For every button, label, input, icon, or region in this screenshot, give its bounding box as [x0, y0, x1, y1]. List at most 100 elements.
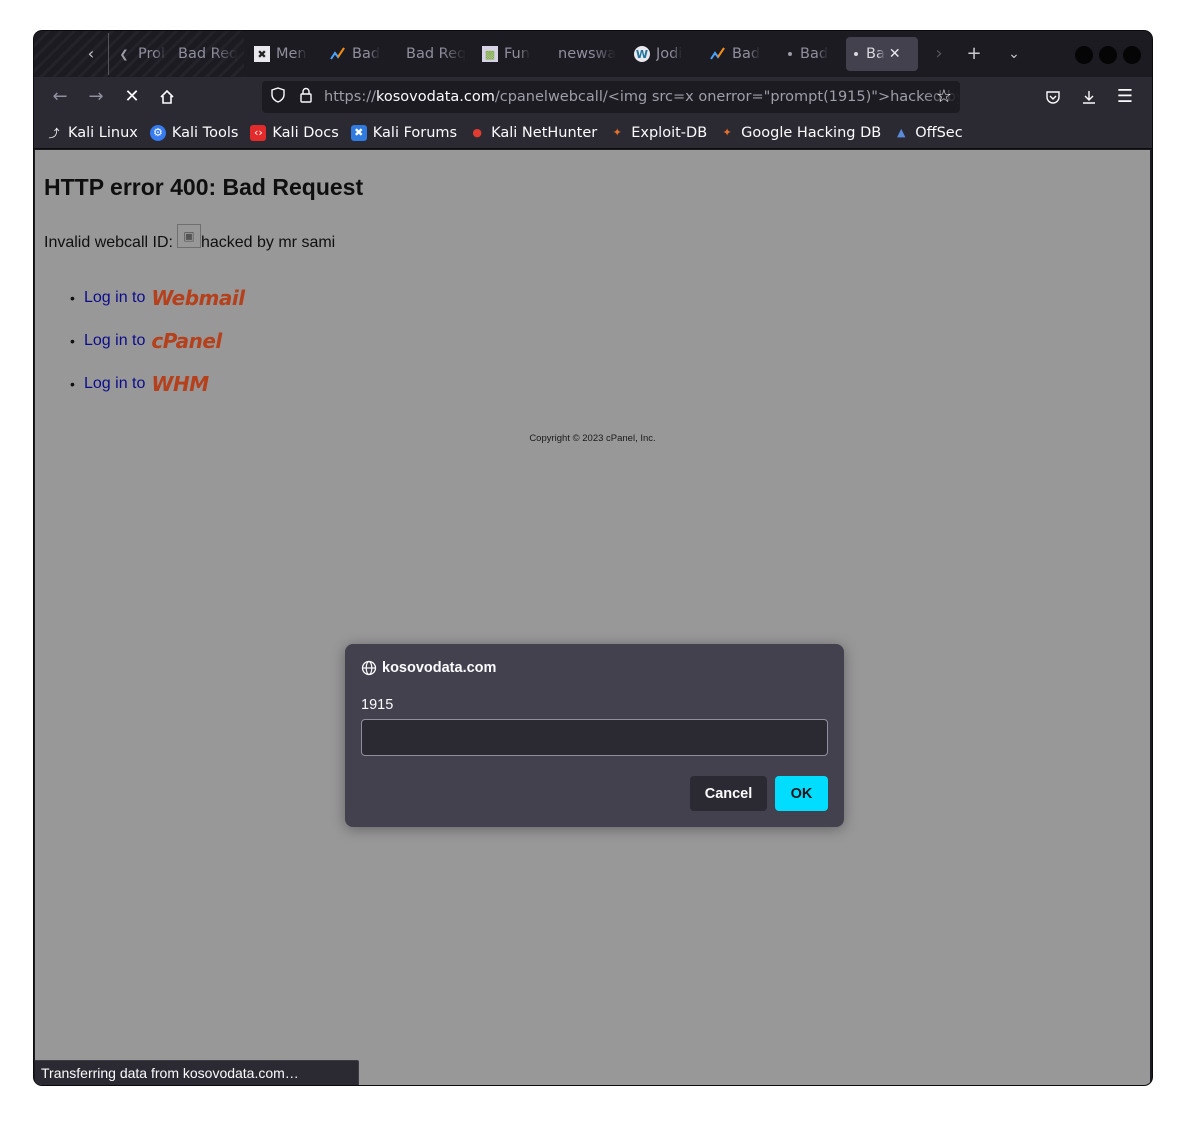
bookmark-kali-tools[interactable]: ⚙ Kali Tools	[149, 124, 239, 141]
tab-scroll-left-icon[interactable]: ‹	[80, 42, 102, 66]
whm-logo: WHM	[151, 371, 209, 396]
whm-login-link[interactable]: Log in to WHM	[84, 372, 209, 396]
bookmark-kali-nethunter[interactable]: ● Kali NetHunter	[469, 125, 597, 141]
stop-icon[interactable]: ✕	[119, 85, 145, 109]
cpanel-login-link[interactable]: Log in to cPanel	[84, 329, 222, 353]
bookmark-offsec[interactable]: ▲ OffSec	[893, 125, 963, 141]
pocket-icon[interactable]	[1040, 85, 1066, 109]
wordpress-icon: W	[634, 46, 650, 62]
minimize-button[interactable]	[1075, 46, 1093, 64]
bookmarks-toolbar: ⤴ Kali Linux ⚙ Kali Tools ‹› Kali Docs ✖…	[34, 117, 1152, 149]
bookmark-label: Kali NetHunter	[491, 124, 598, 141]
broken-image-icon: ▣	[176, 224, 201, 248]
bookmark-exploit-db[interactable]: ✦ Exploit-DB	[609, 124, 708, 141]
tab-title: Men	[276, 46, 307, 62]
tab-active[interactable]: Ba ✕	[846, 37, 918, 71]
bookmark-label: Google Hacking DB	[741, 124, 882, 141]
back-arrow-icon: ❮	[119, 47, 129, 61]
list-item: • Log in to cPanel	[70, 319, 245, 362]
url-text[interactable]: https://kosovodata.com/cpanelwebcall/<im…	[324, 89, 960, 105]
tab[interactable]: Bad Req	[400, 37, 476, 71]
link-text: Log in to	[84, 374, 146, 392]
bookmark-kali-linux[interactable]: ⤴ Kali Linux	[46, 125, 138, 141]
back-icon[interactable]: ←	[47, 85, 73, 109]
cpanel-logo: cPanel	[151, 328, 222, 353]
square-logo-icon: ▩	[482, 46, 498, 62]
kali-forums-icon: ✖	[350, 124, 367, 141]
new-tab-icon[interactable]: +	[961, 41, 987, 67]
maximize-button[interactable]	[1099, 46, 1117, 64]
shield-icon[interactable]	[266, 87, 290, 107]
url-scheme: https://	[324, 89, 376, 105]
copyright: Copyright © 2023 cPanel, Inc.	[529, 433, 656, 444]
image-icon: ✖	[254, 46, 270, 62]
tab[interactable]: ✖ Men	[248, 37, 324, 71]
tab[interactable]: newswa	[552, 37, 628, 71]
forward-icon[interactable]: →	[83, 85, 109, 109]
bullet: •	[70, 332, 75, 349]
ghdb-icon: ✦	[722, 126, 732, 139]
lock-icon[interactable]	[294, 87, 318, 107]
tab-title: newswa	[558, 46, 617, 62]
kali-tools-icon: ⚙	[149, 124, 166, 141]
bookmark-label: Kali Forums	[372, 124, 458, 141]
tab[interactable]: Bad	[324, 37, 400, 71]
tab-title: Prob	[138, 46, 166, 62]
dialog-origin-text: kosovodata.com	[382, 660, 497, 676]
login-links: • Log in to Webmail • Log in to cPanel •…	[70, 276, 245, 405]
link-text: Log in to	[84, 331, 146, 349]
nethunter-icon: ●	[472, 126, 482, 139]
bookmark-label: Kali Docs	[272, 124, 339, 141]
tab[interactable]: ❮ Prob	[110, 37, 172, 71]
ok-button[interactable]: OK	[775, 776, 828, 811]
prompt-dialog: kosovodata.com 1915 Cancel OK	[345, 644, 844, 827]
tab[interactable]: Bad Req	[172, 37, 248, 71]
bookmark-label: Kali Tools	[171, 124, 239, 141]
bookmark-google-hacking-db[interactable]: ✦ Google Hacking DB	[719, 124, 882, 141]
menu-icon[interactable]: ☰	[1112, 85, 1138, 109]
url-host: kosovodata.com	[375, 89, 495, 105]
exploit-db-icon: ✦	[612, 126, 622, 139]
bullet: •	[70, 375, 75, 392]
tab[interactable]: Bad	[704, 37, 780, 71]
tab-title: Fun	[504, 46, 530, 62]
tab-title: Bad	[800, 46, 829, 62]
webmail-login-link[interactable]: Log in to Webmail	[84, 286, 245, 310]
tab[interactable]: W Jodi	[628, 37, 704, 71]
bookmark-label: Kali Linux	[68, 124, 138, 141]
close-window-button[interactable]	[1123, 46, 1141, 64]
tab-title: Bad	[732, 46, 761, 62]
dialog-message: 1915	[361, 697, 394, 713]
address-bar[interactable]: https://kosovodata.com/cpanelwebcall/<im…	[262, 81, 960, 113]
cancel-button[interactable]: Cancel	[690, 776, 767, 811]
tab-strip: ‹ ❮ Prob Bad Req ✖ Men Bad Bad Req ▩ Fun…	[34, 31, 1152, 77]
page-content: HTTP error 400: Bad Request Invalid webc…	[35, 150, 1150, 1085]
kali-docs-icon: ‹›	[250, 124, 267, 141]
injected-text: hacked by mr sami	[200, 234, 336, 251]
tab-list: ❮ Prob Bad Req ✖ Men Bad Bad Req ▩ Fun n…	[110, 37, 918, 71]
webmail-logo: Webmail	[151, 285, 245, 310]
downloads-icon[interactable]	[1076, 85, 1102, 109]
tab[interactable]: Bad	[780, 37, 846, 71]
chart-icon	[710, 46, 726, 62]
chart-icon	[330, 46, 346, 62]
close-tab-icon[interactable]: ✕	[889, 46, 901, 62]
bookmark-kali-forums[interactable]: ✖ Kali Forums	[350, 124, 458, 141]
prompt-input[interactable]	[361, 719, 828, 756]
tab[interactable]: ▩ Fun	[476, 37, 552, 71]
bookmark-kali-docs[interactable]: ‹› Kali Docs	[250, 124, 339, 141]
link-text: Log in to	[84, 288, 146, 306]
bookmark-star-icon[interactable]: ☆	[932, 85, 956, 109]
invalid-webcall-message: Invalid webcall ID: ▣ hacked by mr sami	[44, 224, 335, 252]
loading-dot-icon	[854, 52, 858, 56]
status-bar: Transferring data from kosovodata.com…	[35, 1060, 359, 1085]
home-icon[interactable]	[154, 85, 180, 109]
invalid-label: Invalid webcall ID:	[44, 234, 173, 251]
list-all-tabs-icon[interactable]: ⌄	[1001, 41, 1027, 67]
tab-title: Jodi	[656, 46, 683, 62]
list-item: • Log in to Webmail	[70, 276, 245, 319]
bookmark-label: Exploit-DB	[631, 124, 708, 141]
url-path: /cpanelwebcall/<img src=x onerror="promp…	[494, 89, 960, 105]
kali-dragon-icon: ⤴	[48, 126, 60, 140]
tab-scroll-right-icon[interactable]: ›	[926, 41, 952, 67]
